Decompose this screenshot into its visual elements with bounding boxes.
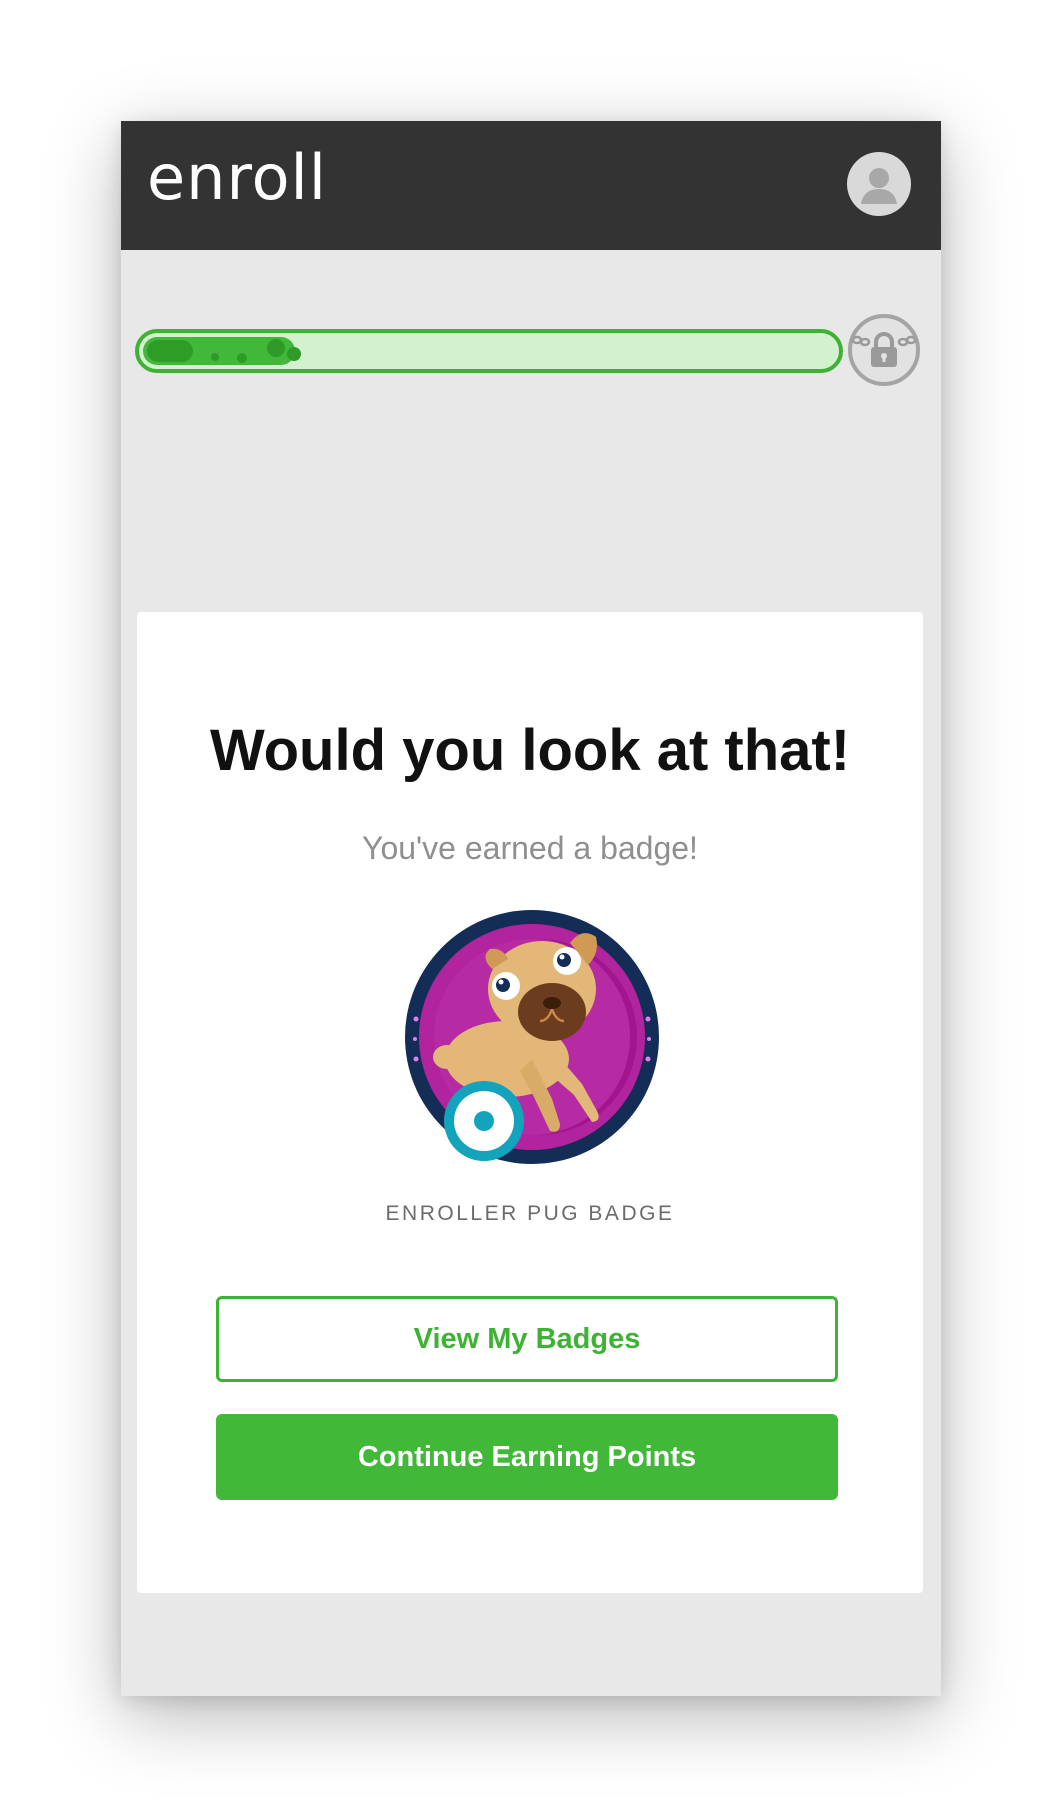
top-bar: enroll xyxy=(121,121,941,250)
progress-bubble xyxy=(211,353,219,361)
pug-badge-icon xyxy=(402,909,662,1169)
app-screen: enroll Would you look at that! You've ea… xyxy=(121,121,941,1696)
progress-bubble xyxy=(147,340,193,362)
badge-earned-card: Would you look at that! You've earned a … xyxy=(137,612,923,1593)
card-subhead: You've earned a badge! xyxy=(362,830,698,866)
points-progress-bar xyxy=(135,329,843,373)
progress-bubble xyxy=(287,347,301,361)
view-my-badges-button[interactable]: View My Badges xyxy=(216,1296,838,1382)
user-avatar-icon[interactable] xyxy=(847,152,911,216)
continue-earning-points-button[interactable]: Continue Earning Points xyxy=(216,1414,838,1500)
badge-name: ENROLLER PUG BADGE xyxy=(385,1202,675,1225)
enroll-logo[interactable]: enroll xyxy=(147,147,327,209)
progress-bubble xyxy=(267,339,285,357)
lock-icon xyxy=(848,314,920,386)
progress-bubble xyxy=(237,353,247,363)
card-headline: Would you look at that! xyxy=(209,718,851,783)
